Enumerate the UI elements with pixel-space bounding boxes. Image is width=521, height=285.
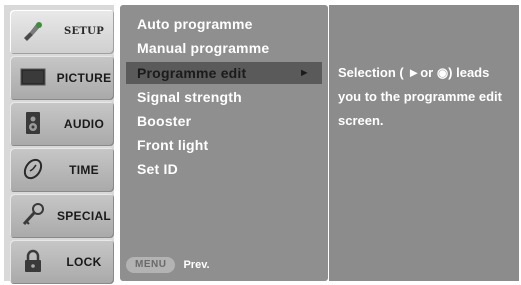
right-arrow-icon: ► <box>298 67 310 79</box>
sidebar-item-label: PICTURE <box>56 71 112 85</box>
sidebar-item-picture[interactable]: PICTURE <box>10 56 114 100</box>
menu-item-label: Front light <box>137 137 209 153</box>
osd-menu-screen: SETUP PICTURE AUDIO TIME SPECIAL LOCK Au… <box>0 0 521 285</box>
sidebar-item-setup[interactable]: SETUP <box>10 10 114 54</box>
menu-item-front-light[interactable]: Front light <box>126 134 322 156</box>
menu-item-label: Manual programme <box>137 40 270 56</box>
sidebar-item-special[interactable]: SPECIAL <box>10 194 114 238</box>
menu-item-set-id[interactable]: Set ID <box>126 158 322 180</box>
menu-item-label: Signal strength <box>137 89 242 105</box>
sidebar-item-audio[interactable]: AUDIO <box>10 102 114 146</box>
menu-item-label: Booster <box>137 113 192 129</box>
sidebar-item-lock[interactable]: LOCK <box>10 240 114 284</box>
menu-item-programme-edit[interactable]: Programme edit ► <box>126 62 322 84</box>
info-panel: Selection ( ►or ◉) leads you to the prog… <box>329 5 519 281</box>
picture-icon <box>20 64 46 90</box>
sidebar-item-label: TIME <box>69 163 99 177</box>
lock-icon <box>20 248 46 274</box>
menu-item-label: Auto programme <box>137 16 253 32</box>
category-sidebar: SETUP PICTURE AUDIO TIME SPECIAL LOCK <box>4 5 114 284</box>
help-text: Selection ( ►or ◉) leads you to the prog… <box>338 65 502 128</box>
menu-item-label: Programme edit <box>137 65 247 81</box>
sidebar-item-label: SETUP <box>63 26 105 37</box>
menu-item-booster[interactable]: Booster <box>126 110 322 132</box>
setup-menu-panel: Auto programme Manual programme Programm… <box>120 5 328 281</box>
sidebar-item-label: LOCK <box>66 255 102 269</box>
special-icon <box>20 202 46 228</box>
time-icon <box>20 156 46 182</box>
menu-item-auto-programme[interactable]: Auto programme <box>126 13 322 35</box>
menu-key-button[interactable]: MENU <box>126 257 176 273</box>
sidebar-item-time[interactable]: TIME <box>10 148 114 192</box>
audio-icon <box>20 110 46 136</box>
setup-icon <box>20 18 46 44</box>
menu-item-label: Set ID <box>137 161 178 177</box>
sidebar-item-label: AUDIO <box>63 117 105 131</box>
menu-item-signal-strength[interactable]: Signal strength <box>126 86 322 108</box>
sidebar-item-label: SPECIAL <box>56 209 112 223</box>
menu-item-manual-programme[interactable]: Manual programme <box>126 37 322 59</box>
prev-label: Prev. <box>183 259 210 271</box>
menu-footer: MENU Prev. <box>126 255 210 275</box>
